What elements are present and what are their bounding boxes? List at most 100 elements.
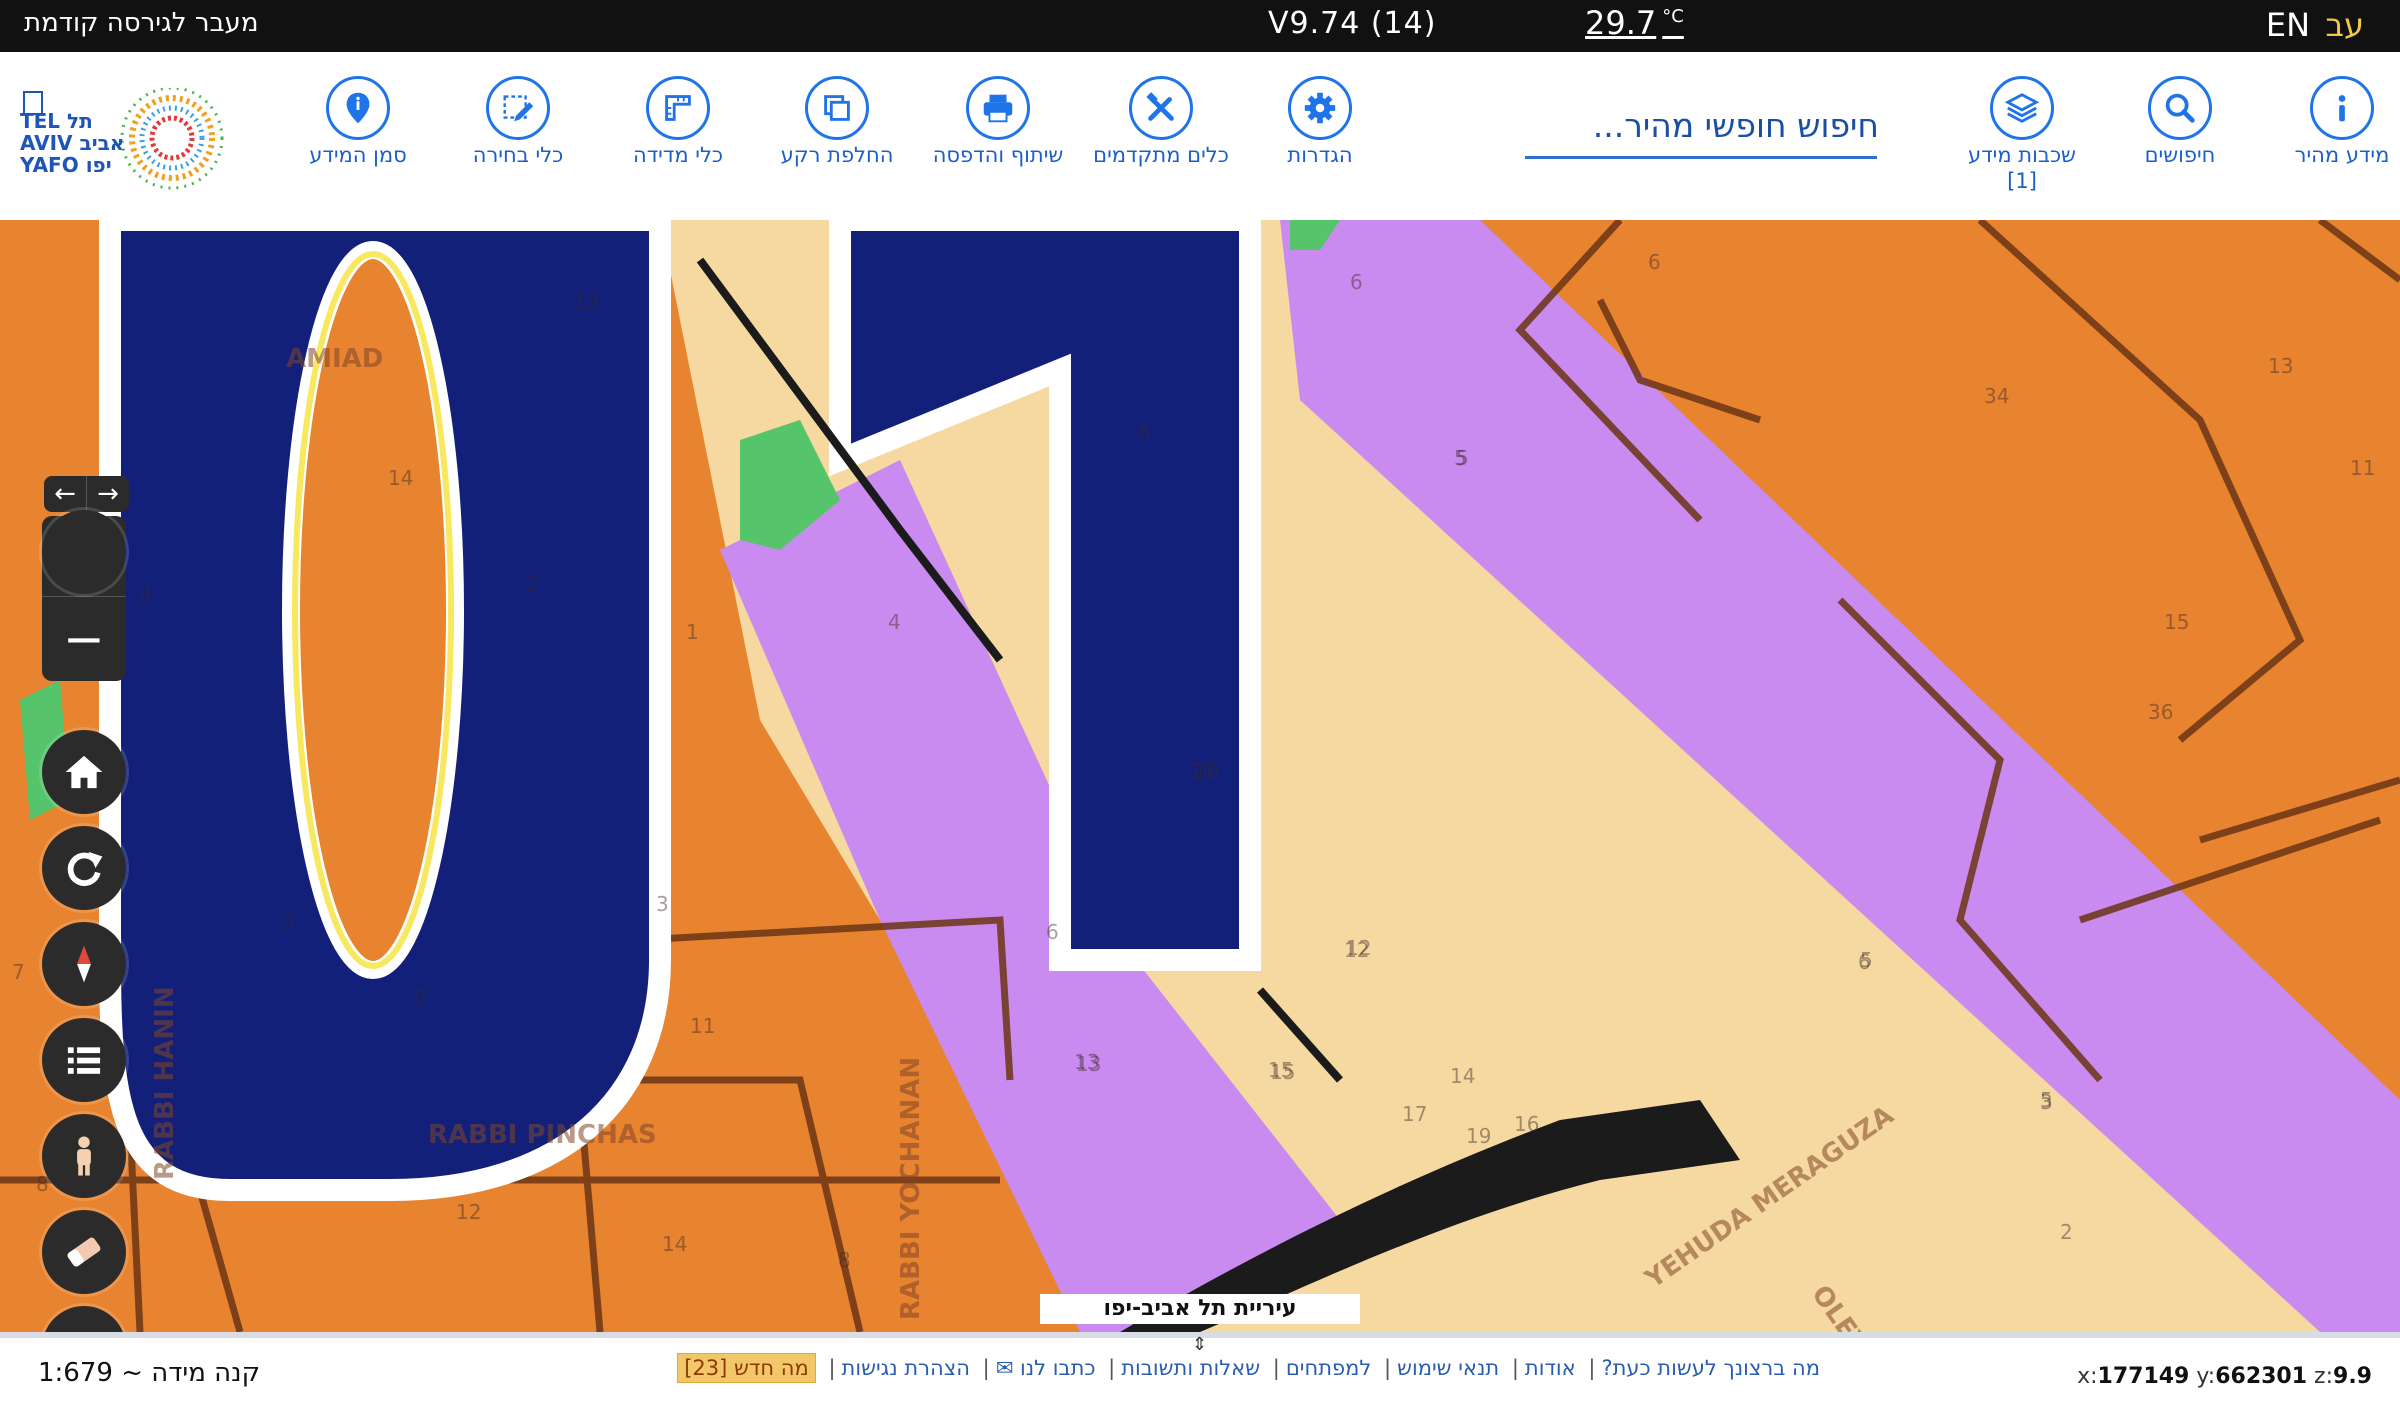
footer-link-faq[interactable]: שאלות ותשובות	[1121, 1356, 1260, 1380]
parcel-number: 7	[12, 960, 25, 984]
parcel-number: 2	[526, 572, 539, 596]
footer-link-terms[interactable]: תנאי שימוש	[1397, 1356, 1499, 1380]
quick-info-button[interactable]: מידע מהיר	[2262, 76, 2400, 168]
language-english-link[interactable]: EN	[2266, 6, 2310, 44]
parcel-number: 13	[2268, 354, 2294, 378]
coord-z: 9.9	[2333, 1364, 2372, 1389]
coord-y: 662301	[2215, 1364, 2308, 1389]
copy-squares-icon	[805, 76, 869, 140]
measure-tools-button[interactable]: כלי מדידה	[598, 76, 758, 168]
basemap-switch-label: החלפת רקע	[780, 143, 894, 167]
person-icon	[77, 1136, 91, 1176]
advanced-tools-button[interactable]: כלים מתקדמים	[1081, 76, 1241, 168]
parcel-number: 34	[1984, 384, 2010, 408]
parcel-number: 15	[2164, 610, 2190, 634]
street-label: AMIAD	[286, 344, 384, 374]
parcel-number: 5	[1454, 446, 1467, 470]
scale-readout: קנה מידה ~ 1:679	[38, 1358, 260, 1388]
zoom-out-button[interactable]: −	[42, 596, 126, 681]
parcel-number: 14	[1450, 1064, 1476, 1088]
map-pin-icon	[326, 76, 390, 140]
history-forward-button[interactable]: →	[86, 476, 129, 512]
temperature-link[interactable]: 29.7 °C	[1585, 4, 1684, 42]
search-icon	[2148, 76, 2212, 140]
basemap-switch-button[interactable]: החלפת רקע	[757, 76, 917, 168]
parcel-number: 9	[414, 986, 427, 1010]
legend-list-button[interactable]	[42, 1018, 126, 1102]
quick-search-box	[1525, 96, 1881, 159]
footer-link-contact[interactable]: כתבו לנו ✉	[996, 1356, 1096, 1380]
previous-version-link[interactable]: מעבר לגירסה קודמת	[24, 8, 258, 38]
select-pencil-icon	[486, 76, 550, 140]
parcel-number: 11	[690, 1014, 716, 1038]
logo-text: TEL תל AVIV אביב YAFO יפו	[20, 109, 125, 177]
gear-icon	[1288, 76, 1352, 140]
street-view-button[interactable]	[42, 1114, 126, 1198]
top-bar: עב EN 29.7 °C V9.74 (14) מעבר לגירסה קודמ…	[0, 0, 2400, 52]
list-icon	[67, 1047, 101, 1074]
eraser-button[interactable]	[42, 1210, 126, 1294]
version-label: V9.74 (14)	[1268, 6, 1437, 41]
footer-links: מה ברצונך לעשות כעת?| אודות| תנאי שימוש|…	[580, 1353, 1820, 1383]
map-canvas[interactable]: AMIAD RABBI PINCHAS RABBI HANIN RABBI YO…	[0, 220, 2400, 1332]
footer-link-developers[interactable]: למפתחים	[1286, 1356, 1371, 1380]
parcel-number: 12	[456, 1200, 482, 1224]
arrow-left-icon: ←	[54, 479, 76, 509]
footer-link-accessibility[interactable]: הצהרת נגישות	[842, 1356, 970, 1380]
quick-search-input[interactable]	[1525, 96, 1881, 154]
refresh-button[interactable]	[42, 826, 126, 910]
settings-label: הגדרות	[1287, 143, 1353, 167]
whats-new-button[interactable]: מה חדש [23]	[677, 1353, 816, 1383]
searches-button[interactable]: חיפושים	[2100, 76, 2260, 168]
info-marker-label: סמן המידע	[309, 143, 407, 167]
parcel-number: 4	[140, 582, 153, 606]
home-button[interactable]	[42, 730, 126, 814]
parcel-number: 6	[1350, 270, 1363, 294]
share-print-label: שיתוף והדפסה	[932, 143, 1064, 167]
home-icon	[65, 755, 103, 789]
panel-resize-handle[interactable]: ⇕	[1192, 1334, 1207, 1355]
advanced-tools-label: כלים מתקדמים	[1093, 143, 1229, 167]
street-label: RABBI PINCHAS	[428, 1120, 657, 1150]
footer-link-about[interactable]: אודות	[1525, 1356, 1576, 1380]
parcel-number: 3	[282, 910, 295, 934]
parcel-number: 14	[388, 466, 414, 490]
parcel-number: 13	[1074, 1050, 1100, 1074]
info-layers-label: שכבות מידע	[1968, 143, 2076, 167]
scale-value: 1:679	[38, 1358, 113, 1388]
parcel-number: 3	[656, 892, 669, 916]
measure-tools-label: כלי מדידה	[632, 143, 724, 167]
parcel-number: 16	[1514, 1112, 1540, 1136]
parcel-number: 12	[1346, 936, 1372, 960]
coord-x: 177149	[2097, 1364, 2190, 1389]
info-layers-button[interactable]: שכבות מידע [1]	[1942, 76, 2102, 194]
footer-bar: ⇕ קנה מידה ~ 1:679 מה ברצונך לעשות כעת?|…	[0, 1332, 2400, 1404]
street-label: RABBI YOCHANAN	[896, 1056, 926, 1320]
tel-aviv-yafo-logo[interactable]: TEL תל AVIV אביב YAFO יפו	[20, 88, 250, 208]
parcel-number: 36	[2148, 700, 2174, 724]
parcel-number: 13	[574, 290, 600, 314]
parcel-number: 17	[1402, 1102, 1428, 1126]
eraser-icon	[67, 1237, 101, 1267]
printer-icon	[966, 76, 1030, 140]
share-print-button[interactable]: שיתוף והדפסה	[918, 76, 1078, 168]
info-marker-button[interactable]: סמן המידע	[278, 76, 438, 168]
parcel-number: 2	[2060, 1220, 2073, 1244]
compass-icon	[77, 945, 91, 983]
parcel-number: 11	[2350, 456, 2376, 480]
info-icon	[2310, 76, 2374, 140]
select-tools-label: כלי בחירה	[472, 143, 564, 167]
language-hebrew-link[interactable]: עב	[2325, 6, 2364, 44]
parcel-number: 4	[888, 610, 901, 634]
parcel-number: 8	[838, 1248, 851, 1272]
north-compass-button[interactable]	[42, 922, 126, 1006]
parcel-number: 10	[1194, 760, 1220, 784]
parcel-number: 14	[662, 1232, 688, 1256]
settings-button[interactable]: הגדרות	[1240, 76, 1400, 168]
parcel-number: 19	[1466, 1124, 1492, 1148]
main-toolbar: מידע מהיר חיפושים שכבות מידע [1] הגדרות …	[0, 52, 2400, 221]
history-back-button[interactable]: ←	[44, 476, 86, 512]
select-tools-button[interactable]: כלי בחירה	[438, 76, 598, 168]
footer-link-what-to-do[interactable]: מה ברצונך לעשות כעת?	[1601, 1356, 1820, 1380]
tools-icon	[1129, 76, 1193, 140]
